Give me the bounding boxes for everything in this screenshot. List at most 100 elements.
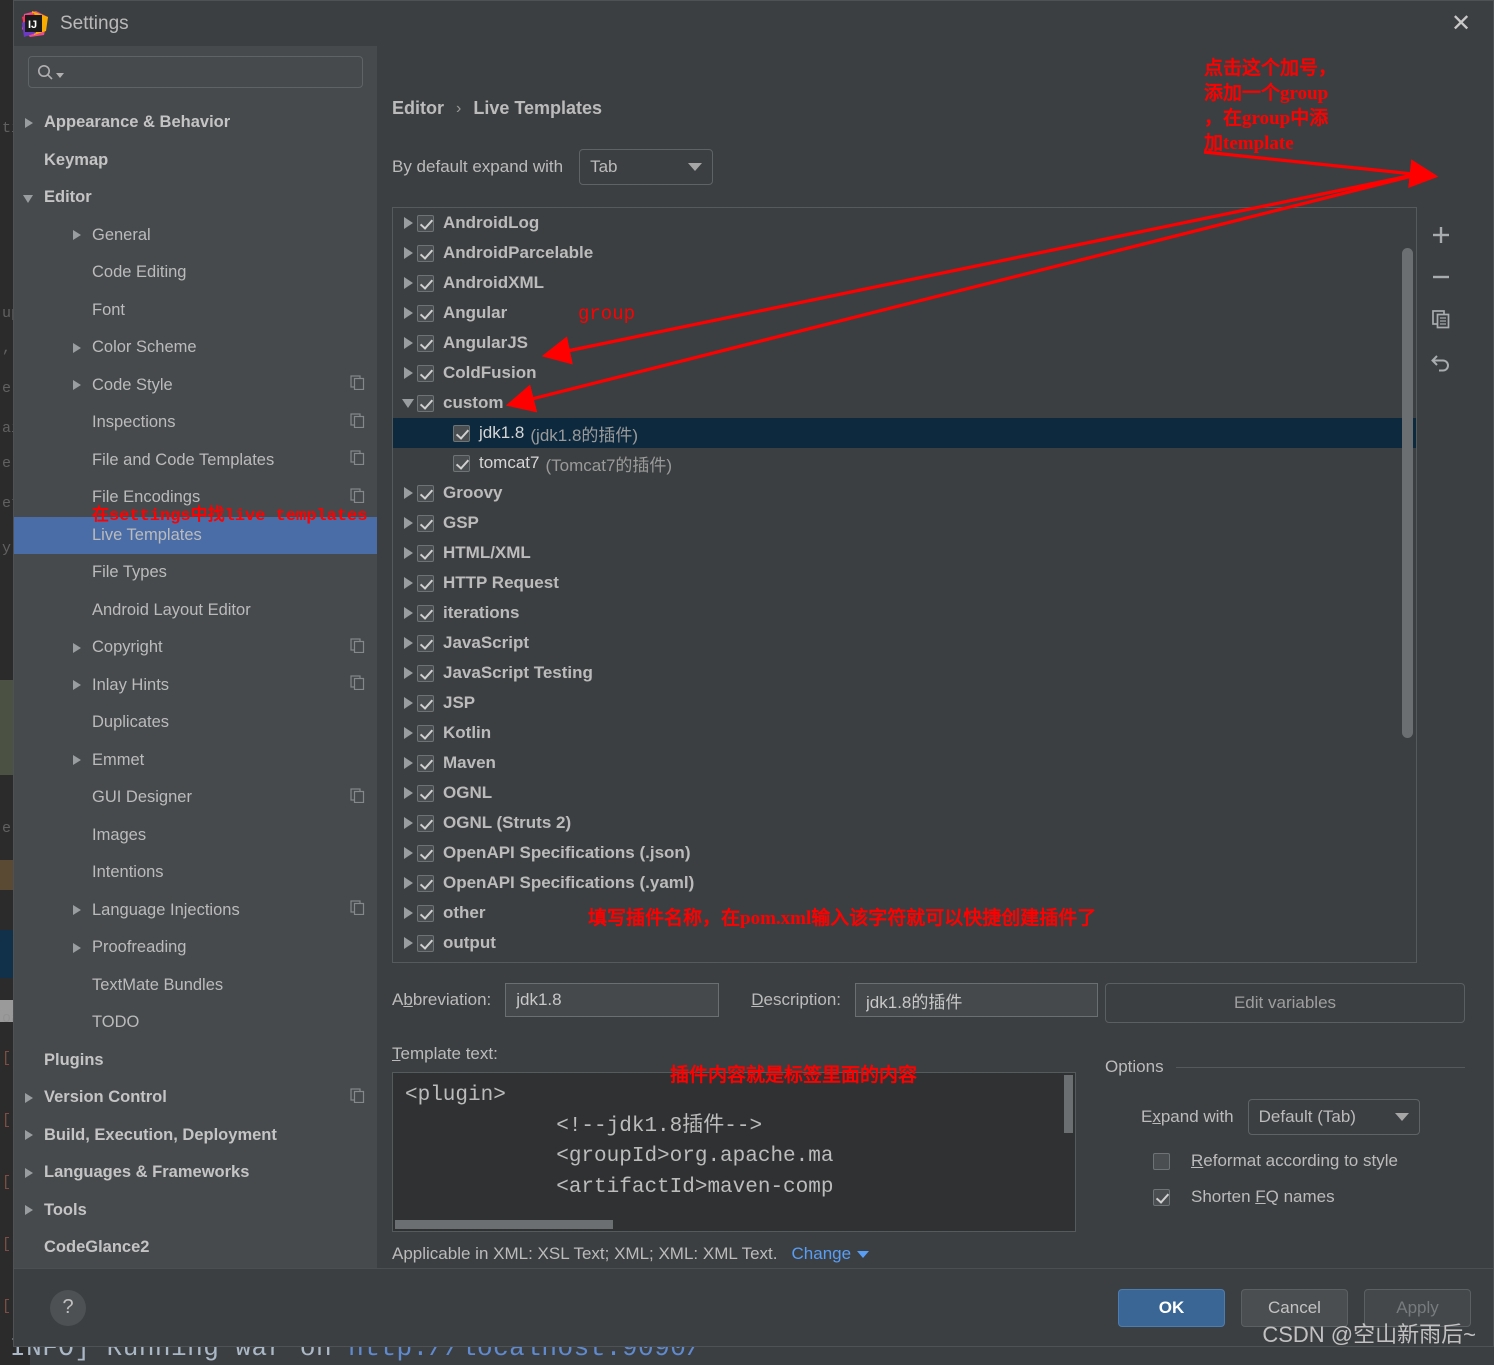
template-group-checkbox[interactable]	[417, 814, 434, 832]
sidebar-item-gui-designer[interactable]: GUI Designer	[14, 779, 377, 817]
shorten-option-row[interactable]: Shorten FQ names	[1105, 1187, 1465, 1207]
chevron-right-icon[interactable]	[70, 378, 84, 392]
template-group-row[interactable]: Groovy	[393, 478, 1416, 508]
template-group-checkbox[interactable]	[417, 604, 434, 622]
template-checkbox[interactable]	[453, 424, 470, 442]
chevron-right-icon[interactable]	[401, 486, 417, 500]
sidebar-item-file-and-code-templates[interactable]: File and Code Templates	[14, 442, 377, 480]
chevron-right-icon[interactable]	[70, 753, 84, 767]
chevron-right-icon[interactable]	[401, 726, 417, 740]
chevron-down-icon[interactable]	[22, 191, 36, 205]
sidebar-item-emmet[interactable]: Emmet	[14, 742, 377, 780]
search-dropdown-caret[interactable]	[56, 72, 64, 78]
chevron-right-icon[interactable]	[401, 936, 417, 950]
sidebar-item-code-editing[interactable]: Code Editing	[14, 254, 377, 292]
chevron-right-icon[interactable]	[70, 341, 84, 355]
sidebar-item-file-types[interactable]: File Types	[14, 554, 377, 592]
templates-scrollbar[interactable]	[1402, 248, 1413, 738]
ok-button[interactable]: OK	[1118, 1288, 1225, 1327]
chevron-right-icon[interactable]	[22, 1166, 36, 1180]
sidebar-item-build-execution-deployment[interactable]: Build, Execution, Deployment	[14, 1117, 377, 1155]
chevron-down-icon[interactable]	[401, 396, 417, 410]
template-row[interactable]: tomcat7 (Tomcat7的插件)	[393, 448, 1416, 478]
template-group-row[interactable]: HTTP Request	[393, 568, 1416, 598]
template-text-content[interactable]: <plugin> <!--jdk1.8插件--> <groupId>org.ap…	[393, 1073, 1075, 1212]
template-group-row[interactable]: Maven	[393, 748, 1416, 778]
chevron-right-icon[interactable]	[401, 606, 417, 620]
template-group-row[interactable]: AndroidLog	[393, 208, 1416, 238]
chevron-right-icon[interactable]	[401, 876, 417, 890]
template-group-checkbox[interactable]	[417, 244, 434, 262]
template-group-checkbox[interactable]	[417, 484, 434, 502]
breadcrumb-parent[interactable]: Editor	[392, 98, 444, 119]
template-group-row[interactable]: AndroidXML	[393, 268, 1416, 298]
chevron-right-icon[interactable]	[401, 366, 417, 380]
template-group-row[interactable]: HTML/XML	[393, 538, 1416, 568]
chevron-right-icon[interactable]	[401, 336, 417, 350]
chevron-right-icon[interactable]	[401, 816, 417, 830]
template-group-checkbox[interactable]	[417, 664, 434, 682]
template-group-checkbox[interactable]	[417, 574, 434, 592]
sidebar-item-tools[interactable]: Tools	[14, 1192, 377, 1230]
template-group-row[interactable]: AngularJS	[393, 328, 1416, 358]
search-input[interactable]	[70, 63, 354, 81]
sidebar-item-textmate-bundles[interactable]: TextMate Bundles	[14, 967, 377, 1005]
revert-button[interactable]	[1421, 341, 1461, 381]
close-icon[interactable]: ✕	[1429, 1, 1493, 46]
remove-button[interactable]	[1421, 257, 1461, 297]
sidebar-item-proofreading[interactable]: Proofreading	[14, 929, 377, 967]
template-group-checkbox[interactable]	[417, 334, 434, 352]
template-group-row[interactable]: OpenAPI Specifications (.yaml)	[393, 868, 1416, 898]
template-group-row[interactable]: JavaScript	[393, 628, 1416, 658]
chevron-right-icon[interactable]	[70, 941, 84, 955]
sidebar-item-android-layout-editor[interactable]: Android Layout Editor	[14, 592, 377, 630]
template-group-checkbox[interactable]	[417, 304, 434, 322]
template-group-checkbox[interactable]	[417, 754, 434, 772]
sidebar-item-editor[interactable]: Editor	[14, 179, 377, 217]
search-box[interactable]	[28, 56, 363, 88]
template-group-row[interactable]: JSP	[393, 688, 1416, 718]
template-group-checkbox[interactable]	[417, 274, 434, 292]
template-row[interactable]: jdk1.8 (jdk1.8的插件)	[393, 418, 1416, 448]
chevron-right-icon[interactable]	[70, 641, 84, 655]
template-group-row[interactable]: JavaScript Testing	[393, 658, 1416, 688]
chevron-down-icon[interactable]	[857, 1250, 870, 1258]
template-group-checkbox[interactable]	[417, 844, 434, 862]
help-icon[interactable]: ?	[50, 1289, 86, 1326]
add-button[interactable]	[1421, 215, 1461, 255]
template-group-row[interactable]: AndroidParcelable	[393, 238, 1416, 268]
template-group-checkbox[interactable]	[417, 934, 434, 952]
chevron-right-icon[interactable]	[401, 666, 417, 680]
template-group-row[interactable]: GSP	[393, 508, 1416, 538]
abbreviation-input[interactable]	[505, 983, 720, 1017]
sidebar-item-copyright[interactable]: Copyright	[14, 629, 377, 667]
template-group-checkbox[interactable]	[417, 514, 434, 532]
chevron-right-icon[interactable]	[401, 246, 417, 260]
template-group-checkbox[interactable]	[417, 214, 434, 232]
template-group-checkbox[interactable]	[417, 904, 434, 922]
template-group-row[interactable]: Kotlin	[393, 718, 1416, 748]
shorten-checkbox[interactable]	[1153, 1188, 1170, 1206]
sidebar-item-todo[interactable]: TODO	[14, 1004, 377, 1042]
sidebar-item-inspections[interactable]: Inspections	[14, 404, 377, 442]
chevron-right-icon[interactable]	[70, 228, 84, 242]
chevron-right-icon[interactable]	[401, 306, 417, 320]
template-text-editor[interactable]: <plugin> <!--jdk1.8插件--> <groupId>org.ap…	[392, 1072, 1076, 1232]
template-group-checkbox[interactable]	[417, 394, 434, 412]
chevron-right-icon[interactable]	[22, 1128, 36, 1142]
sidebar-item-images[interactable]: Images	[14, 817, 377, 855]
template-text-hscrollbar[interactable]	[395, 1220, 613, 1229]
sidebar-item-version-control[interactable]: Version Control	[14, 1079, 377, 1117]
chevron-right-icon[interactable]	[70, 903, 84, 917]
sidebar-item-code-style[interactable]: Code Style	[14, 367, 377, 405]
sidebar-item-general[interactable]: General	[14, 217, 377, 255]
edit-variables-button[interactable]: Edit variables	[1105, 983, 1465, 1023]
sidebar-item-language-injections[interactable]: Language Injections	[14, 892, 377, 930]
template-group-row[interactable]: ColdFusion	[393, 358, 1416, 388]
chevron-right-icon[interactable]	[401, 516, 417, 530]
template-group-checkbox[interactable]	[417, 694, 434, 712]
chevron-right-icon[interactable]	[22, 1203, 36, 1217]
template-checkbox[interactable]	[453, 454, 470, 472]
template-group-checkbox[interactable]	[417, 544, 434, 562]
template-group-row[interactable]: OGNL (Struts 2)	[393, 808, 1416, 838]
